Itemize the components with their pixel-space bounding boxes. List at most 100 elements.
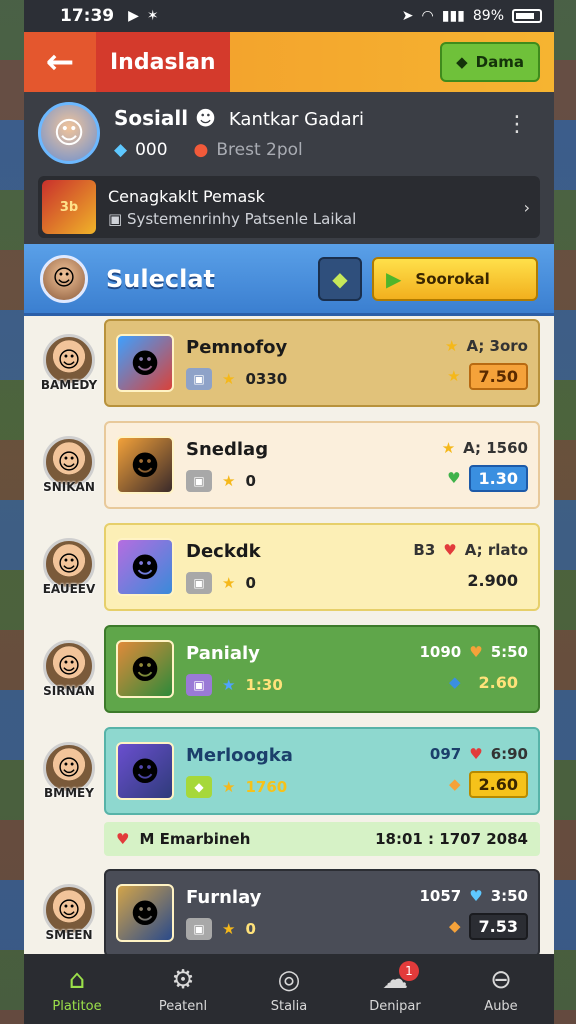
game-title: Snedlag bbox=[186, 438, 269, 460]
section-title: Suleclat bbox=[106, 264, 215, 293]
row-username: SMEEN bbox=[45, 928, 93, 942]
gems-value: 000 bbox=[135, 140, 168, 160]
box-icon: ▣ bbox=[186, 917, 212, 940]
heart-icon: ♥ bbox=[447, 469, 461, 487]
gem-icon: ◆ bbox=[186, 775, 212, 798]
game-card[interactable]: ☻ Snedlag ▣ ★ 0 ★ A; 1560 ♥ 1.30 bbox=[104, 421, 540, 509]
box-icon: ▣ bbox=[186, 469, 212, 492]
row-avatar: ☺ SMEEN bbox=[34, 884, 104, 942]
list-item[interactable]: ☺ SIRNAN ☻ Panialy ▣ ★ 1:30 1090 ♥ 5:50 ◆ 2.6… bbox=[34, 624, 540, 714]
row-avatar: ☺ BAMEDY bbox=[34, 334, 104, 392]
game-icon: ☻ bbox=[116, 742, 174, 800]
lead-value: 1057 bbox=[419, 886, 462, 905]
background-left bbox=[0, 0, 24, 1024]
game-list: ☺ BAMEDY ☻ Pemnofoy ▣ ★ 0330 ★ A; 3oro ★ 7.5… bbox=[24, 318, 554, 958]
signal-icon: ▮▮▮ bbox=[441, 8, 465, 24]
star-icon: ★ bbox=[441, 438, 456, 457]
play-store-icon: ▶ bbox=[128, 8, 139, 24]
top-action-button[interactable]: ◆ Dama bbox=[440, 42, 540, 82]
list-item[interactable]: ☺ EAUEEV ☻ Deckdk ▣ ★ 0 B3 ♥ A; rlato 2.900 bbox=[34, 522, 540, 612]
notification-icon: ✶ bbox=[146, 8, 159, 24]
star-icon: ★ bbox=[222, 471, 236, 490]
chest-icon: ◆ bbox=[448, 917, 461, 935]
coin-icon: ● bbox=[193, 140, 209, 160]
navigation-icon: ➤ bbox=[401, 8, 414, 24]
app-bar: ← Indaslan ◆ Dama bbox=[24, 32, 554, 92]
back-arrow-icon: ← bbox=[45, 42, 75, 82]
heart-icon: ♥ bbox=[443, 540, 457, 559]
nav-more[interactable]: ⊖ Aube bbox=[451, 965, 551, 1014]
lead-value: 1090 bbox=[419, 642, 462, 661]
price-pill[interactable]: 1.30 bbox=[468, 464, 528, 492]
game-title: Deckdk bbox=[186, 540, 261, 562]
section-action-button[interactable]: ▶ Soorokal bbox=[372, 256, 538, 301]
heart-icon: ♥ bbox=[116, 830, 130, 848]
row-username: BMMEY bbox=[44, 786, 94, 800]
row-username: BAMEDY bbox=[40, 378, 98, 392]
game-stat: 0 bbox=[245, 573, 256, 592]
list-item[interactable]: ☺ SNIKAN ☻ Snedlag ▣ ★ 0 ★ A; 1560 ♥ 1.30 bbox=[34, 420, 540, 510]
row-username: EAUEEV bbox=[42, 582, 96, 596]
rating-text: 5:50 bbox=[490, 642, 528, 661]
event-strip[interactable]: ♥ M Emarbineh 18:01 : 1707 2084 bbox=[104, 822, 540, 856]
battery-icon bbox=[512, 9, 542, 23]
more-menu-icon[interactable]: ⋮ bbox=[506, 112, 528, 137]
nav-chat[interactable]: ☁ 1 Denipar bbox=[345, 960, 445, 1014]
event-label: M Emarbineh bbox=[139, 830, 251, 848]
rating-text: A; 1560 bbox=[463, 438, 528, 457]
list-item[interactable]: ☺ BMMEY ☻ Merloogka ◆ ★ 1760 097 ♥ 6:90 ◆ 2.6… bbox=[34, 726, 540, 816]
status-icons-left: ▶ ✶ bbox=[128, 8, 159, 24]
row-avatar: ☺ BMMEY bbox=[34, 742, 104, 800]
rating-text: 6:90 bbox=[490, 744, 528, 763]
price-pill[interactable]: 2.60 bbox=[469, 669, 528, 696]
box-icon: ▣ bbox=[186, 571, 212, 594]
game-card[interactable]: ☻ Panialy ▣ ★ 1:30 1090 ♥ 5:50 ◆ 2.60 bbox=[104, 625, 540, 713]
leaf-icon: ◆ bbox=[332, 266, 348, 291]
nav-label: Stalia bbox=[270, 998, 308, 1014]
price-pill[interactable]: 2.60 bbox=[468, 770, 528, 798]
back-button[interactable]: ← bbox=[24, 32, 96, 92]
game-card[interactable]: ☻ Merloogka ◆ ★ 1760 097 ♥ 6:90 ◆ 2.60 bbox=[104, 727, 540, 815]
game-card[interactable]: ☻ Furnlay ▣ ★ 0 1057 ♥ 3:50 ◆ 7.53 bbox=[104, 869, 540, 957]
top-action-label: Dama bbox=[475, 53, 524, 71]
price-pill[interactable]: 7.50 bbox=[468, 362, 528, 390]
star-icon: ★ bbox=[222, 675, 236, 694]
notification-badge: 1 bbox=[399, 960, 419, 981]
filter-button[interactable]: ◆ bbox=[318, 256, 362, 301]
price-pill[interactable]: 7.53 bbox=[468, 912, 528, 940]
nav-stats[interactable]: ◎ Stalia bbox=[239, 965, 339, 1014]
profile-subtitle: Kantkar Gadari bbox=[228, 109, 365, 130]
game-card[interactable]: ☻ Pemnofoy ▣ ★ 0330 ★ A; 3oro ★ 7.50 bbox=[104, 319, 540, 407]
lead-value: 097 bbox=[429, 744, 462, 763]
game-stat: 0330 bbox=[245, 369, 288, 388]
game-icon: ☻ bbox=[116, 640, 174, 698]
notice-badge: 3b bbox=[59, 199, 79, 215]
price-pill[interactable]: 2.900 bbox=[457, 567, 528, 594]
list-item[interactable]: ☺ BAMEDY ☻ Pemnofoy ▣ ★ 0330 ★ A; 3oro ★ 7.5… bbox=[34, 318, 540, 408]
section-action-label: Soorokal bbox=[415, 269, 490, 288]
app-screen: 17:39 ▶ ✶ ➤ ◠ ▮▮▮ 89% ← Indaslan ◆ Dama … bbox=[24, 0, 554, 1024]
avatar[interactable]: ☺ bbox=[38, 102, 100, 164]
game-icon: ☻ bbox=[116, 538, 174, 596]
chest-icon: ▣ bbox=[108, 209, 127, 228]
menu-icon: ⊖ bbox=[490, 964, 512, 995]
profile-header: ☺ Sosiall ☻ Kantkar Gadari ◆ 000 ● Brest 2… bbox=[24, 92, 554, 244]
row-avatar: ☺ SIRNAN bbox=[34, 640, 104, 698]
nav-settings[interactable]: ⚙ Peatenl bbox=[133, 965, 233, 1014]
lead-value: B3 bbox=[413, 540, 436, 559]
game-title: Panialy bbox=[186, 642, 260, 664]
game-stat: 0 bbox=[245, 919, 256, 938]
nav-home[interactable]: ⌂ Platitoe bbox=[27, 965, 127, 1014]
notice-banner[interactable]: 3b Cenagkaklt Pemask ▣ Systemenrinhy Pat… bbox=[38, 176, 540, 238]
coins-value: Brest 2pol bbox=[216, 140, 303, 160]
game-stat: 1760 bbox=[245, 777, 288, 796]
list-item[interactable]: ☺ SMEEN ☻ Furnlay ▣ ★ 0 1057 ♥ 3:50 ◆ 7.53 bbox=[34, 868, 540, 958]
star-icon: ★ bbox=[222, 777, 236, 796]
event-time: 18:01 : 1707 2084 bbox=[375, 830, 528, 848]
game-title: Furnlay bbox=[186, 886, 262, 908]
row-username: SIRNAN bbox=[43, 684, 95, 698]
nav-label: Peatenl bbox=[158, 998, 208, 1014]
notice-text: Systemenrinhy Patsenle Laikal bbox=[126, 209, 357, 228]
rating-text: A; 3oro bbox=[466, 336, 528, 355]
game-card[interactable]: ☻ Deckdk ▣ ★ 0 B3 ♥ A; rlato 2.900 bbox=[104, 523, 540, 611]
